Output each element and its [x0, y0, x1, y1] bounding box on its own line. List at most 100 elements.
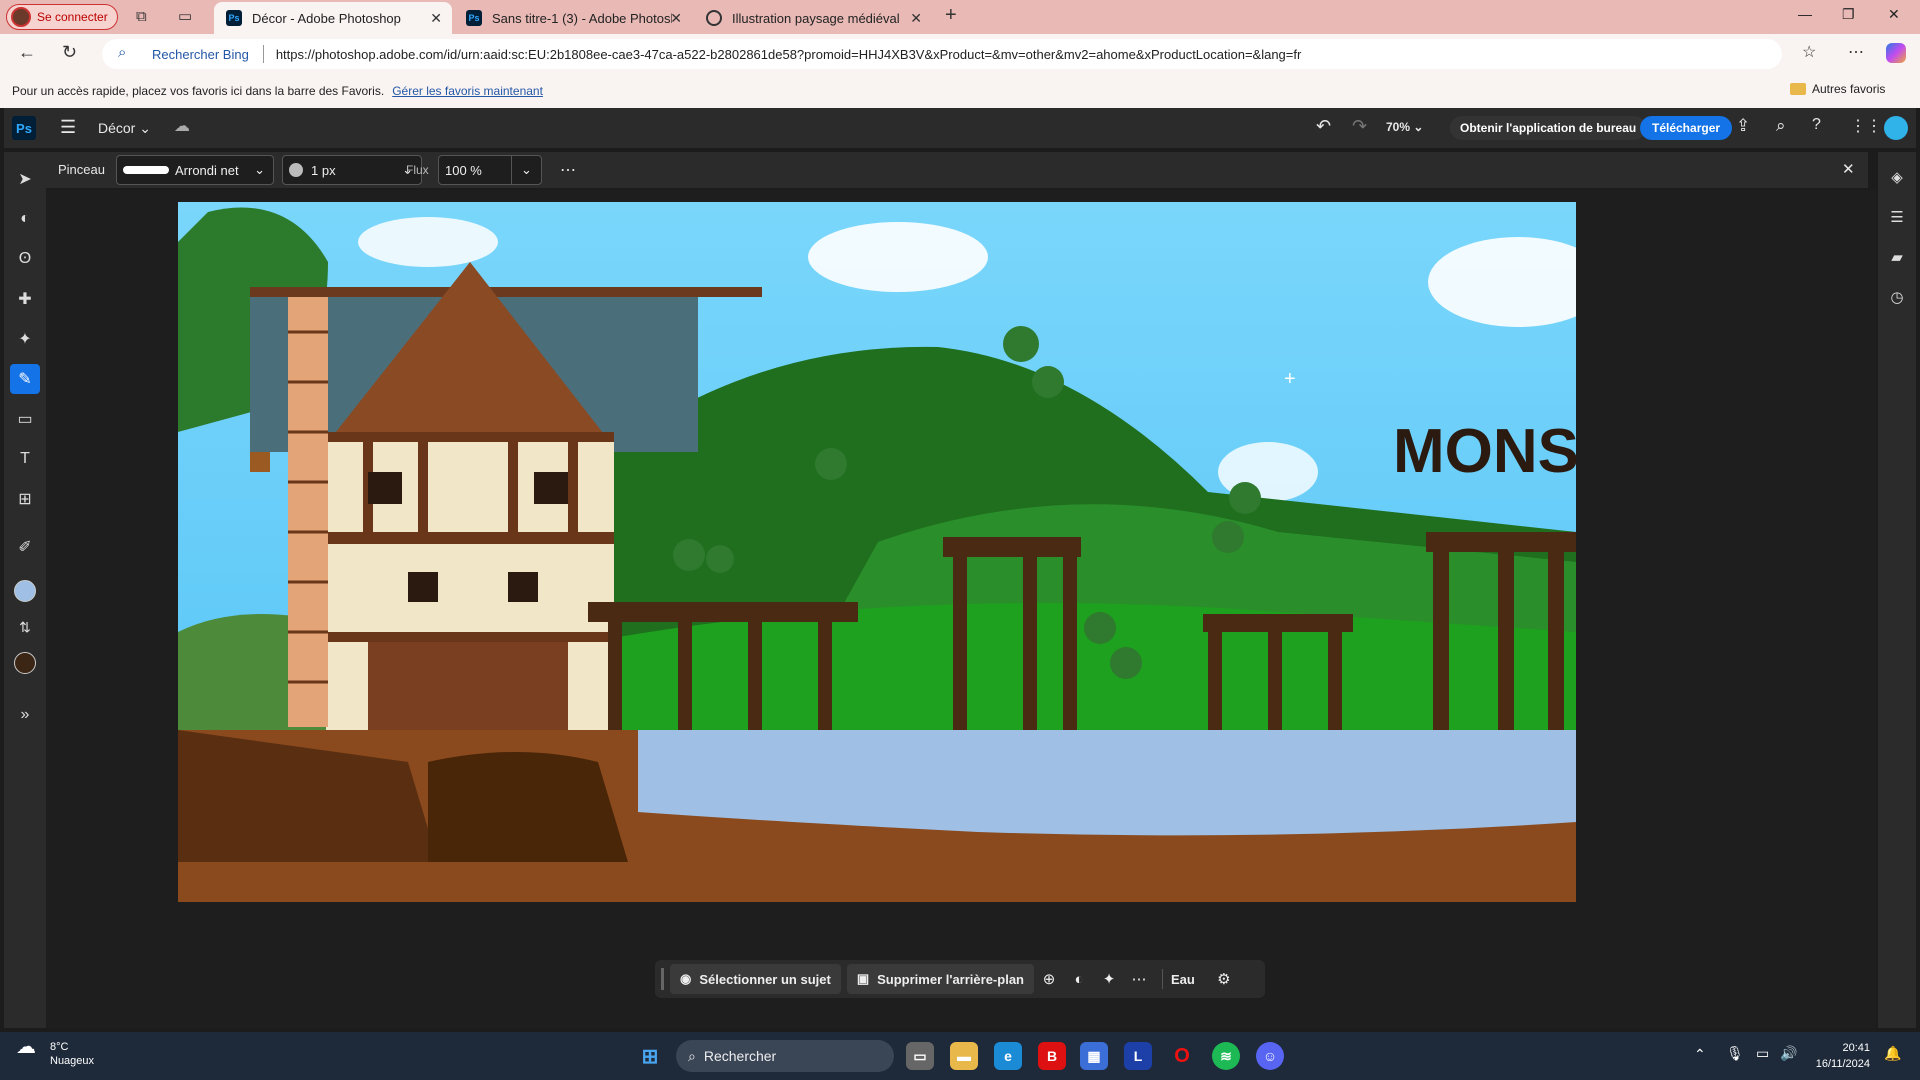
- desktop-app-button[interactable]: Obtenir l'application de bureau: [1450, 116, 1647, 140]
- tab-title: Sans titre-1 (3) - Adobe Photosho: [492, 10, 672, 26]
- apps-grid-icon[interactable]: ⋮⋮: [1850, 116, 1882, 136]
- system-clock[interactable]: 20:41 16/11/2024: [1810, 1040, 1870, 1072]
- tab-illustration[interactable]: Illustration paysage médiéval ✕: [694, 2, 932, 34]
- avatar: [11, 7, 31, 27]
- tab-decor[interactable]: Ps Décor - Adobe Photoshop ✕: [214, 2, 452, 34]
- expand-toolbar-icon[interactable]: »: [10, 700, 40, 730]
- volume-icon[interactable]: 🔊: [1780, 1045, 1797, 1062]
- signin-button[interactable]: Se connecter: [6, 4, 118, 30]
- close-window-icon[interactable]: ✕: [1888, 6, 1900, 23]
- brush-size-dropdown[interactable]: 1 px ⌄: [282, 155, 422, 185]
- close-tab-icon[interactable]: ✕: [670, 10, 682, 27]
- search-label: Rechercher Bing: [152, 46, 249, 62]
- discord-icon[interactable]: ☺: [1256, 1042, 1284, 1070]
- search-icon[interactable]: ⌕: [1776, 116, 1786, 136]
- adjust-tool-icon[interactable]: ◐: [10, 204, 40, 234]
- tab-sans-titre[interactable]: Ps Sans titre-1 (3) - Adobe Photosho ✕: [454, 2, 692, 34]
- manage-favorites-link[interactable]: Gérer les favoris maintenant: [392, 84, 543, 98]
- comments-icon[interactable]: ▰: [1886, 246, 1908, 268]
- profile-avatar[interactable]: [1884, 116, 1908, 140]
- close-options-icon[interactable]: ✕: [1842, 160, 1855, 178]
- close-tab-icon[interactable]: ✕: [910, 10, 922, 27]
- minimize-icon[interactable]: —: [1798, 6, 1812, 22]
- search-icon: ⌕: [688, 1047, 696, 1064]
- help-icon[interactable]: ?: [1812, 116, 1821, 134]
- more-menu-icon[interactable]: ⋯: [1848, 42, 1864, 62]
- adjustment-icon[interactable]: ◐: [1064, 971, 1094, 988]
- photoshop-header: Ps ☰ Décor ⌄ ☁ ↶ ↷ 70% ⌄ Obtenir l'appli…: [4, 108, 1916, 148]
- download-button[interactable]: Télécharger: [1640, 116, 1733, 140]
- add-image-icon[interactable]: ⊕: [1034, 970, 1064, 988]
- refresh-icon[interactable]: ↻: [62, 42, 77, 63]
- favorites-bar: Pour un accès rapide, placez vos favoris…: [0, 74, 1920, 108]
- microphone-icon[interactable]: 🎙: [1726, 1045, 1744, 1062]
- background-color-swatch[interactable]: [10, 648, 40, 678]
- hamburger-menu-icon[interactable]: ☰: [60, 117, 76, 138]
- windows-taskbar: ☁ 8°C Nuageux ⊞ ⌕ Rechercher ▭ ▬ e B ▦ L O…: [0, 1032, 1920, 1080]
- eyedropper-tool-icon[interactable]: ✐: [10, 532, 40, 562]
- photoshop-favicon-icon: Ps: [226, 10, 242, 26]
- weather-widget[interactable]: ☁ 8°C Nuageux: [16, 1037, 94, 1068]
- zoom-dropdown[interactable]: 70% ⌄: [1386, 120, 1423, 134]
- quick-actions-icon[interactable]: ✦: [1094, 970, 1124, 988]
- shape-tool-icon[interactable]: ▭: [10, 404, 40, 434]
- layer-settings-icon[interactable]: ⚙: [1209, 970, 1239, 988]
- document-canvas[interactable]: MONS TRE: [178, 202, 1576, 902]
- healing-tool-icon[interactable]: ✚: [10, 284, 40, 314]
- url-field[interactable]: ⌕ Rechercher Bing https://photoshop.adob…: [102, 39, 1782, 69]
- tool-name: Pinceau: [58, 162, 105, 177]
- layer-name[interactable]: Eau: [1171, 972, 1195, 987]
- canvas-lettering: MONS TRE: [1393, 417, 1576, 486]
- notifications-icon[interactable]: 🔔: [1884, 1045, 1901, 1062]
- copilot-icon[interactable]: [1886, 43, 1906, 63]
- restore-icon[interactable]: ❐: [1842, 6, 1855, 23]
- other-favorites-folder[interactable]: Autres favoris: [1790, 82, 1885, 96]
- history-icon[interactable]: ◷: [1886, 286, 1908, 308]
- properties-icon[interactable]: ☰: [1886, 206, 1908, 228]
- layers-icon[interactable]: ◈: [1886, 166, 1908, 188]
- remove-background-button[interactable]: ▣ Supprimer l'arrière-plan: [846, 964, 1034, 994]
- brush-cursor-icon: +: [1284, 368, 1296, 390]
- share-icon[interactable]: ⇪: [1736, 116, 1750, 136]
- spotify-icon[interactable]: ≋: [1212, 1042, 1240, 1070]
- foreground-color-swatch[interactable]: [10, 576, 40, 606]
- opera-icon[interactable]: O: [1168, 1042, 1196, 1070]
- store-icon[interactable]: ▦: [1080, 1042, 1108, 1070]
- close-tab-icon[interactable]: ✕: [430, 10, 442, 27]
- text-tool-icon[interactable]: T: [10, 444, 40, 474]
- swap-colors-icon[interactable]: ⇅: [10, 612, 40, 642]
- add-image-icon[interactable]: ⊞: [10, 484, 40, 514]
- brush-preset-dropdown[interactable]: Arrondi net ⌄: [116, 155, 274, 185]
- more-options-icon[interactable]: ⋯: [560, 160, 576, 180]
- l-app-icon[interactable]: L: [1124, 1042, 1152, 1070]
- network-icon[interactable]: ▭: [1756, 1045, 1769, 1062]
- edge-icon[interactable]: e: [994, 1042, 1022, 1070]
- move-tool-icon[interactable]: ➤: [10, 164, 40, 194]
- brush-tool-icon[interactable]: ✎: [10, 364, 40, 394]
- tab-title: Illustration paysage médiéval: [732, 10, 900, 26]
- tray-overflow-icon[interactable]: ⌃: [1694, 1046, 1706, 1063]
- workspaces-icon[interactable]: ⧉: [136, 8, 147, 25]
- task-view-icon[interactable]: ▭: [906, 1042, 934, 1070]
- lasso-tool-icon[interactable]: ʘ: [10, 244, 40, 274]
- drag-handle[interactable]: [661, 968, 664, 990]
- undo-icon[interactable]: ↶: [1316, 116, 1331, 137]
- redo-icon[interactable]: ↷: [1352, 116, 1367, 137]
- favorites-star-icon[interactable]: ☆: [1802, 42, 1816, 62]
- taskbar-search[interactable]: ⌕ Rechercher: [676, 1040, 894, 1072]
- brave-app-icon[interactable]: B: [1038, 1042, 1066, 1070]
- contextual-task-bar: ◉ Sélectionner un sujet ▣ Supprimer l'arri…: [655, 960, 1265, 998]
- document-name-dropdown[interactable]: Décor ⌄: [98, 120, 151, 137]
- tab-actions-icon[interactable]: ▭: [178, 7, 192, 25]
- photoshop-favicon-icon: Ps: [466, 10, 482, 26]
- more-actions-icon[interactable]: ⋯: [1124, 970, 1154, 988]
- back-icon[interactable]: ←: [18, 42, 36, 63]
- new-tab-button[interactable]: +: [945, 4, 957, 27]
- flow-input[interactable]: 100 % ⌄: [438, 155, 542, 185]
- left-toolbar: ➤ ◐ ʘ ✚ ✦ ✎ ▭ T ⊞ ✐ ⇅ »: [4, 152, 46, 1028]
- windows-start-icon[interactable]: ⊞: [636, 1042, 664, 1070]
- quick-action-icon[interactable]: ✦: [10, 324, 40, 354]
- photoshop-logo[interactable]: Ps: [12, 116, 36, 140]
- select-subject-button[interactable]: ◉ Sélectionner un sujet: [670, 964, 841, 994]
- file-explorer-icon[interactable]: ▬: [950, 1042, 978, 1070]
